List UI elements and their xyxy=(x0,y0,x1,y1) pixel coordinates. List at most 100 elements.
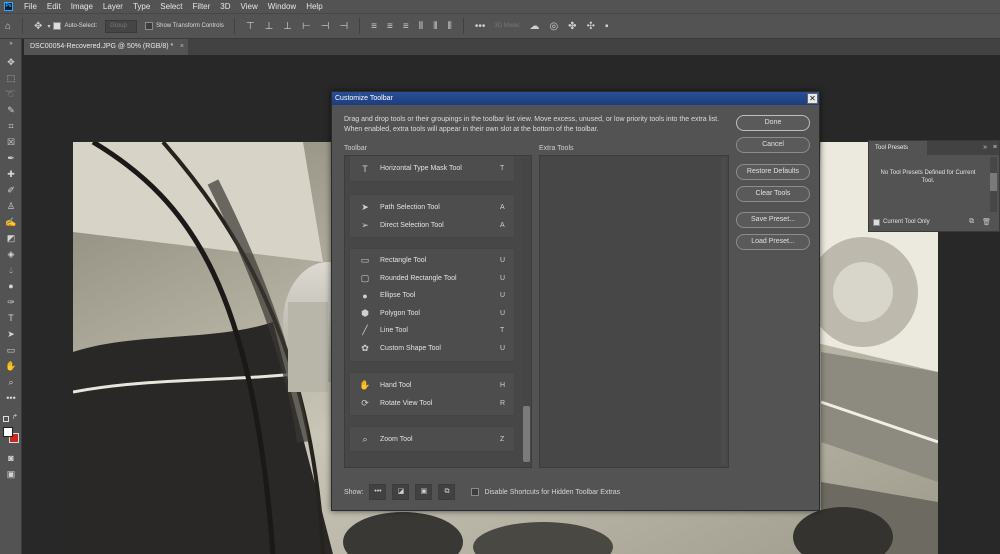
close-icon[interactable]: × xyxy=(180,39,184,55)
path-selection-tool-icon[interactable]: ➤ xyxy=(3,327,19,341)
align-top-icon[interactable]: ⊤ xyxy=(246,21,255,32)
crop-tool-icon[interactable]: ⌗ xyxy=(3,119,19,133)
tool-row-horizontal-type-mask[interactable]: T Horizontal Type Mask Tool T xyxy=(350,160,516,177)
distribute-bottom-icon[interactable]: ≡ xyxy=(403,21,409,32)
toolbar-list[interactable]: T Horizontal Type Mask Tool T ➤ Path Sel… xyxy=(344,155,532,468)
done-button[interactable]: Done xyxy=(736,115,810,131)
show-quick-mask-icon[interactable]: ▣ xyxy=(415,484,433,500)
tool-row-path-selection[interactable]: ➤ Path Selection Tool A xyxy=(350,199,516,216)
tool-row-rectangle[interactable]: ▭ Rectangle Tool U xyxy=(350,252,516,269)
cancel-button[interactable]: Cancel xyxy=(736,137,810,153)
tool-row-direct-selection[interactable]: ➢ Direct Selection Tool A xyxy=(350,217,516,234)
load-preset-button[interactable]: Load Preset... xyxy=(736,234,810,250)
menu-image[interactable]: Image xyxy=(66,0,98,13)
new-preset-icon[interactable]: ⧉ xyxy=(969,218,974,226)
hand-tool-icon[interactable]: ✋ xyxy=(3,359,19,373)
tool-row-custom-shape[interactable]: ✿ Custom Shape Tool U xyxy=(350,340,516,357)
presets-scrollbar[interactable] xyxy=(990,157,997,212)
group-select[interactable]: Group xyxy=(105,19,138,33)
align-middle-icon[interactable]: ⊥ xyxy=(265,21,274,32)
restore-defaults-button[interactable]: Restore Defaults xyxy=(736,164,810,180)
home-icon[interactable]: ⌂ xyxy=(5,21,11,32)
scrollbar-thumb[interactable] xyxy=(523,406,530,462)
3d-scale-icon[interactable]: ▪ xyxy=(605,21,609,32)
quick-mask-icon[interactable]: ◙ xyxy=(3,451,19,465)
edit-toolbar-icon[interactable]: ••• xyxy=(3,391,19,405)
menu-type[interactable]: Type xyxy=(128,0,155,13)
align-center-icon[interactable]: ⊣ xyxy=(321,21,330,32)
distribute-right-icon[interactable]: ⦀ xyxy=(448,21,452,32)
clear-tools-button[interactable]: Clear Tools xyxy=(736,186,810,202)
close-icon[interactable]: ✕ xyxy=(807,93,818,104)
tool-group[interactable]: T Horizontal Type Mask Tool T xyxy=(349,156,516,182)
gradient-tool-icon[interactable]: ◈ xyxy=(3,247,19,261)
healing-brush-tool-icon[interactable]: ✚ xyxy=(3,167,19,181)
distribute-middle-icon[interactable]: ≡ xyxy=(387,21,393,32)
swap-colors-icon[interactable]: ↱ xyxy=(12,413,18,421)
align-right-icon[interactable]: ⊣ xyxy=(339,21,348,32)
extra-tools-list[interactable] xyxy=(539,155,729,468)
tool-row-rounded-rectangle[interactable]: ▢ Rounded Rectangle Tool U xyxy=(350,270,516,287)
menu-window[interactable]: Window xyxy=(263,0,301,13)
show-transform-checkbox[interactable] xyxy=(145,22,154,30)
panel-menu-icon[interactable]: ≡ xyxy=(993,141,997,155)
brush-tool-icon[interactable]: ✐ xyxy=(3,183,19,197)
tool-row-ellipse[interactable]: ● Ellipse Tool U xyxy=(350,287,516,304)
history-brush-tool-icon[interactable]: ✍ xyxy=(3,215,19,229)
menu-layer[interactable]: Layer xyxy=(98,0,128,13)
blur-tool-icon[interactable]: 💧︎ xyxy=(3,263,19,277)
chevron-down-icon[interactable]: ▾ xyxy=(47,23,50,30)
menu-select[interactable]: Select xyxy=(155,0,187,13)
foreground-color-swatch[interactable] xyxy=(3,427,13,437)
tool-row-hand[interactable]: ✋ Hand Tool H xyxy=(350,377,516,394)
extra-tools-scrollbar[interactable] xyxy=(721,158,726,465)
clone-stamp-tool-icon[interactable]: ♙ xyxy=(3,199,19,213)
default-colors-icon[interactable] xyxy=(3,416,9,422)
pen-tool-icon[interactable]: ✑ xyxy=(3,295,19,309)
menu-filter[interactable]: Filter xyxy=(188,0,216,13)
show-extra-tools-icon[interactable]: ••• xyxy=(369,484,387,500)
distribute-top-icon[interactable]: ≡ xyxy=(371,21,377,32)
document-tab[interactable]: DSC00054-Recovered.JPG @ 50% (RGB/8) * × xyxy=(24,39,188,55)
move-tool-icon[interactable]: ✥ xyxy=(34,21,42,32)
screen-mode-icon[interactable]: ▣ xyxy=(3,467,19,481)
collapse-panel-icon[interactable]: » xyxy=(983,141,987,155)
toolbar-list-scrollbar[interactable] xyxy=(523,158,530,465)
dodge-tool-icon[interactable]: ● xyxy=(3,279,19,293)
tool-row-polygon[interactable]: ⬢ Polygon Tool U xyxy=(350,305,516,322)
tool-row-line[interactable]: ╱ Line Tool T xyxy=(350,322,516,339)
zoom-tool-icon[interactable]: ⌕ xyxy=(3,375,19,389)
tool-presets-tab[interactable]: Tool Presets xyxy=(869,141,927,155)
distribute-left-icon[interactable]: ⦀ xyxy=(419,21,423,32)
scrollbar-thumb[interactable] xyxy=(990,173,997,191)
collapse-icon[interactable]: » xyxy=(3,37,19,51)
eraser-tool-icon[interactable]: ◩ xyxy=(3,231,19,245)
move-tool-icon[interactable]: ✥ xyxy=(3,55,19,69)
tool-group[interactable]: ⌕ Zoom Tool Z xyxy=(349,426,515,452)
menu-view[interactable]: View xyxy=(236,0,263,13)
tool-group[interactable]: ✋ Hand Tool H ⟳ Rotate View Tool R xyxy=(349,372,515,416)
quick-selection-tool-icon[interactable]: ✎ xyxy=(3,103,19,117)
marquee-tool-icon[interactable]: ⬚ xyxy=(3,71,19,85)
3d-roll-icon[interactable]: ◎ xyxy=(549,21,558,32)
align-bottom-icon[interactable]: ⊥ xyxy=(283,21,292,32)
3d-pan-icon[interactable]: ✤ xyxy=(568,21,576,32)
auto-select-checkbox[interactable] xyxy=(53,22,62,30)
tool-group[interactable]: ➤ Path Selection Tool A ➢ Direct Selecti… xyxy=(349,194,515,238)
show-screen-mode-icon[interactable]: ⧉ xyxy=(438,484,456,500)
eyedropper-tool-icon[interactable]: ✒ xyxy=(3,151,19,165)
save-preset-button[interactable]: Save Preset... xyxy=(736,212,810,228)
align-left-icon[interactable]: ⊢ xyxy=(302,21,311,32)
3d-slide-icon[interactable]: ✣ xyxy=(587,21,595,32)
lasso-tool-icon[interactable]: ➰ xyxy=(3,87,19,101)
rectangle-tool-icon[interactable]: ▭ xyxy=(3,343,19,357)
3d-orbit-icon[interactable]: ☁ xyxy=(529,21,539,32)
more-options-icon[interactable]: ••• xyxy=(475,21,486,32)
type-tool-icon[interactable]: T xyxy=(3,311,19,325)
menu-edit[interactable]: Edit xyxy=(42,0,66,13)
menu-file[interactable]: File xyxy=(19,0,42,13)
distribute-center-icon[interactable]: ⦀ xyxy=(433,21,437,32)
disable-shortcuts-checkbox[interactable] xyxy=(471,488,480,496)
tool-group[interactable]: ▭ Rectangle Tool U ▢ Rounded Rectangle T… xyxy=(349,248,515,362)
frame-tool-icon[interactable]: ☒ xyxy=(3,135,19,149)
